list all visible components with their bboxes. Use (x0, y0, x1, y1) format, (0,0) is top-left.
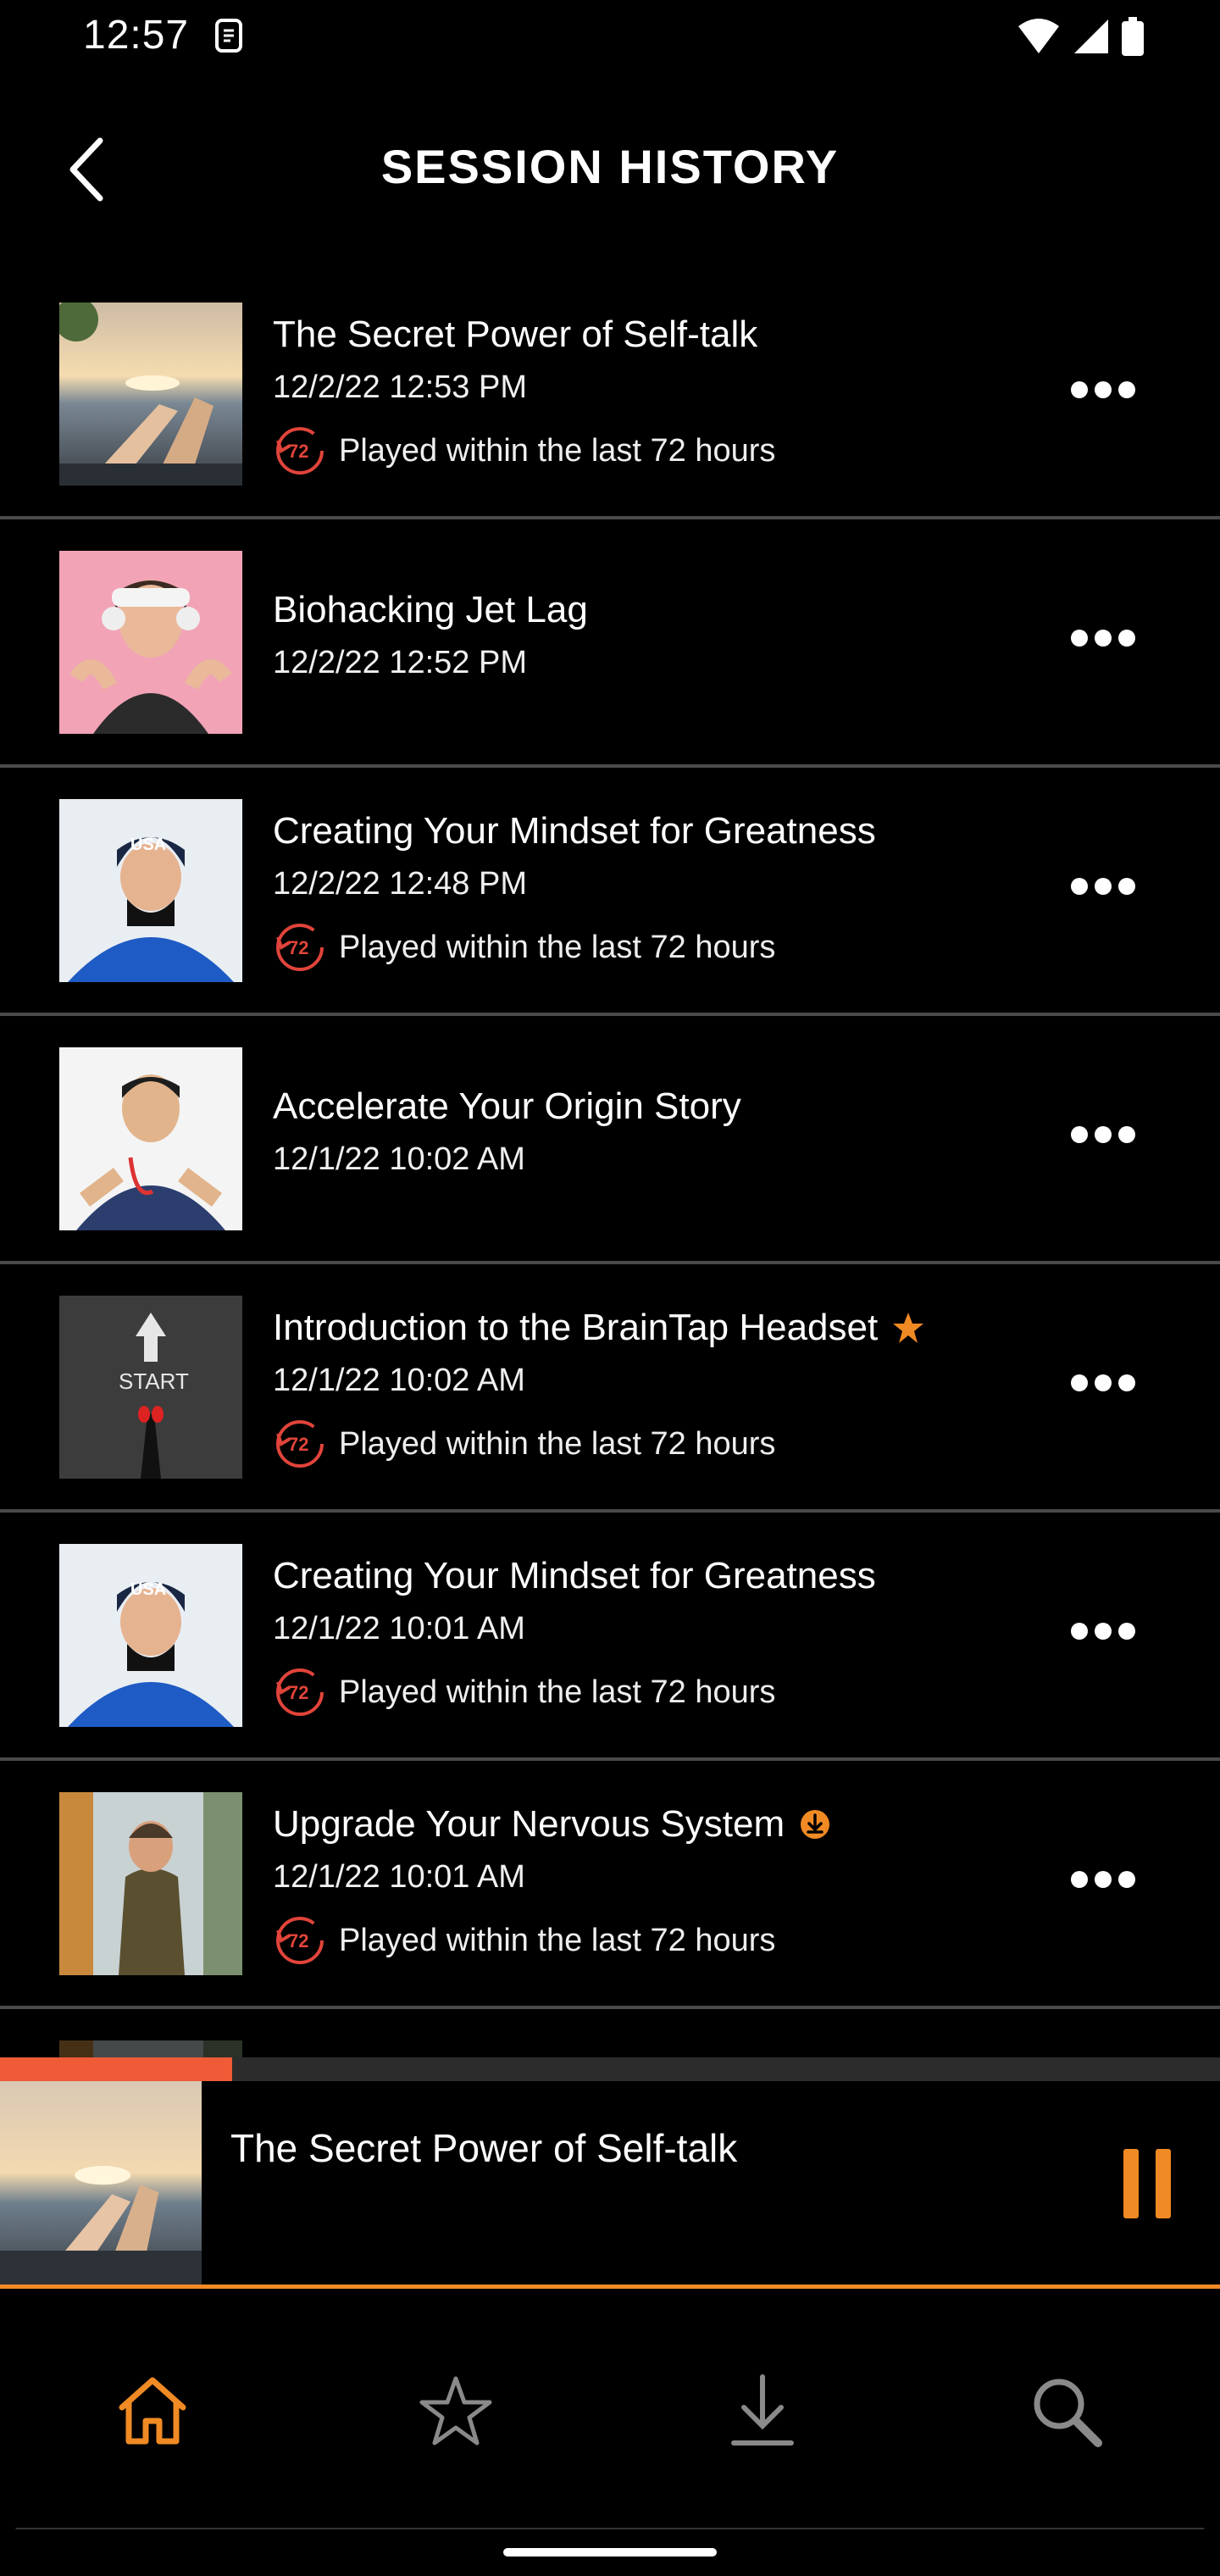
svg-text:72: 72 (288, 1930, 308, 1951)
session-row[interactable]: USA Creating Your Mindset for Greatness … (0, 1513, 1220, 1761)
app-screen: 12:57 SESSION HISTORY The Secret Power o… (0, 0, 1220, 2576)
session-title: The Secret Power of Self-talk (273, 314, 758, 355)
more-options-button[interactable] (1071, 630, 1135, 650)
svg-text:72: 72 (288, 441, 308, 462)
signal-icon (1074, 19, 1108, 53)
session-thumbnail (59, 1792, 242, 1975)
session-date: 12/1/22 10:01 AM (273, 1611, 525, 1646)
session-date: 12/1/22 10:02 AM (273, 1363, 525, 1398)
battery-icon (1122, 17, 1144, 56)
session-list[interactable]: The Secret Power of Self-talk 12/2/22 12… (0, 271, 1220, 2059)
system-icons (1017, 17, 1144, 56)
star-icon (893, 1313, 924, 1343)
session-row[interactable]: Upgrade Your Nervous System 12/1/22 10:0… (0, 1761, 1220, 2009)
gesture-home-bar[interactable] (503, 2548, 717, 2557)
session-thumbnail: USA (59, 799, 242, 982)
session-title: Accelerate Your Origin Story (273, 1085, 741, 1127)
session-date: 12/1/22 10:01 AM (273, 1859, 525, 1895)
recently-played-note: 72 Played within the last 72 hours (273, 1417, 775, 1471)
more-options-button[interactable] (1071, 1126, 1135, 1146)
session-date: 12/2/22 12:53 PM (273, 369, 527, 405)
session-row[interactable]: START Introduction to the BrainTap Heads… (0, 1264, 1220, 1513)
more-options-button[interactable] (1071, 1374, 1135, 1395)
svg-text:USA: USA (130, 836, 166, 854)
status-bar: 12:57 (0, 0, 1220, 76)
bottom-navigation (0, 2289, 1220, 2529)
session-thumbnail (59, 303, 242, 486)
svg-text:72: 72 (288, 1434, 308, 1455)
status-time: 12:57 (83, 13, 190, 58)
player-thumbnail (0, 2081, 202, 2285)
recently-played-note: 72 Played within the last 72 hours (273, 920, 775, 974)
session-thumbnail (59, 2040, 242, 2059)
page-title: SESSION HISTORY (380, 140, 840, 193)
recently-played-note: 72 Played within the last 72 hours (273, 424, 775, 478)
session-title: Introduction to the BrainTap Headset (273, 1307, 925, 1349)
session-row[interactable]: USA Creating Your Mindset for Greatness … (0, 768, 1220, 1016)
recently-played-note: 72 Played within the last 72 hours (273, 1913, 775, 1968)
screen-record-icon (215, 19, 242, 53)
svg-text:72: 72 (288, 937, 308, 958)
svg-text:START: START (119, 1368, 189, 1394)
svg-text:USA: USA (130, 1580, 166, 1599)
played-72-hours-icon: 72 (276, 1917, 324, 1964)
session-thumbnail: START (59, 1296, 242, 1479)
session-date: 12/2/22 12:52 PM (273, 645, 527, 680)
session-row[interactable]: Upgrade Your Nervous System (0, 2009, 1220, 2059)
session-title: Upgrade Your Nervous System (273, 1803, 832, 1846)
playback-progress-fill (0, 2057, 232, 2081)
session-title: Creating Your Mindset for Greatness (273, 810, 876, 852)
session-thumbnail (59, 551, 242, 734)
download-arrow-icon[interactable] (722, 2370, 803, 2451)
session-thumbnail: USA (59, 1544, 242, 1727)
mini-player[interactable]: The Secret Power of Self-talk (0, 2081, 1220, 2289)
more-options-button[interactable] (1071, 878, 1135, 898)
more-options-button[interactable] (1071, 1871, 1135, 1891)
playback-progress-bar[interactable] (0, 2057, 1220, 2081)
more-options-button[interactable] (1071, 1623, 1135, 1643)
session-date: 12/1/22 10:02 AM (273, 1141, 525, 1177)
session-row[interactable]: Biohacking Jet Lag 12/2/22 12:52 PM (0, 519, 1220, 768)
download-icon (801, 1810, 830, 1839)
more-options-button[interactable] (1071, 381, 1135, 402)
player-title: The Secret Power of Self-talk (230, 2126, 738, 2170)
recently-played-note: 72 Played within the last 72 hours (273, 1665, 775, 1719)
search-icon[interactable] (1025, 2370, 1106, 2451)
home-icon[interactable] (112, 2370, 193, 2451)
played-72-hours-icon: 72 (276, 1668, 324, 1716)
session-title: Biohacking Jet Lag (273, 589, 588, 630)
played-72-hours-icon: 72 (276, 1420, 324, 1468)
session-row[interactable]: The Secret Power of Self-talk 12/2/22 12… (0, 271, 1220, 519)
played-72-hours-icon: 72 (276, 427, 324, 475)
played-72-hours-icon: 72 (276, 924, 324, 971)
star-outline-icon[interactable] (415, 2370, 496, 2451)
session-thumbnail (59, 1047, 242, 1230)
svg-text:72: 72 (288, 1682, 308, 1703)
wifi-icon (1018, 19, 1059, 53)
header: SESSION HISTORY (0, 127, 1220, 212)
pause-button[interactable] (1123, 2149, 1171, 2218)
session-row[interactable]: Accelerate Your Origin Story 12/1/22 10:… (0, 1016, 1220, 1264)
session-date: 12/2/22 12:48 PM (273, 866, 527, 902)
session-title: Creating Your Mindset for Greatness (273, 1555, 876, 1596)
